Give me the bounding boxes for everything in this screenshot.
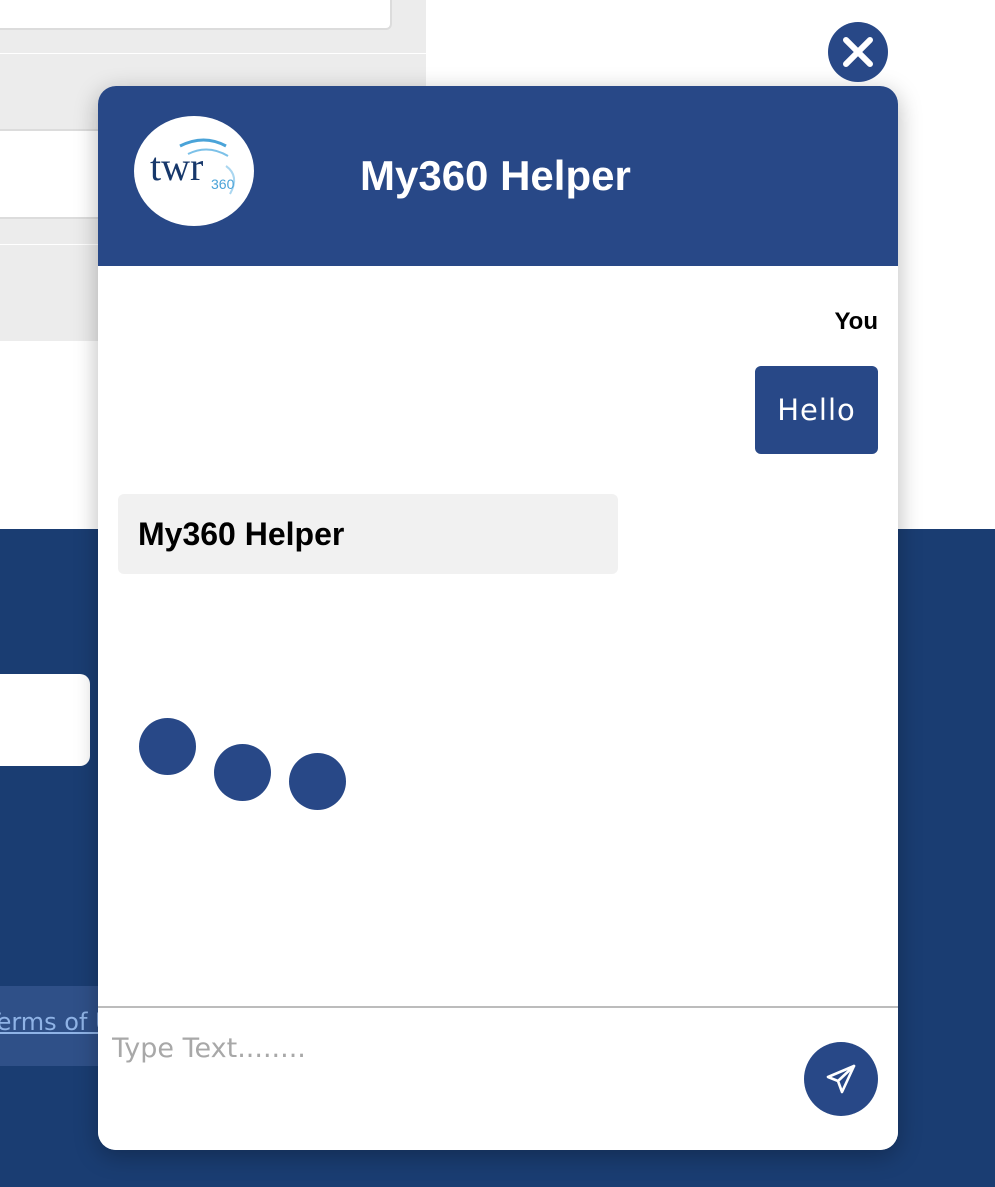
message-sender-label: You	[834, 308, 878, 335]
send-message-button[interactable]	[804, 1042, 878, 1116]
footer-card	[0, 674, 90, 766]
background-card	[0, 0, 392, 30]
typing-indicator-dot	[214, 744, 271, 801]
logo-wordmark: twr	[150, 144, 203, 189]
background-divider	[0, 53, 426, 54]
close-icon	[843, 37, 873, 67]
logo-number: 360	[211, 176, 235, 192]
close-chat-button[interactable]	[828, 22, 888, 82]
send-icon	[826, 1064, 856, 1094]
typing-indicator-dot	[139, 718, 196, 775]
chat-header: twr 360 My360 Helper	[98, 86, 898, 266]
twr360-logo-icon: twr 360	[150, 138, 236, 195]
chat-widget: twr 360 My360 Helper You Hello My360 Hel…	[98, 86, 898, 1150]
twr360-logo: twr 360	[134, 116, 254, 226]
user-message-bubble: Hello	[755, 366, 878, 454]
typing-indicator-dot	[289, 753, 346, 810]
page: Terms of Use twr 360 My360 Helper You He…	[0, 0, 995, 1187]
chat-message-input[interactable]	[112, 1022, 772, 1074]
bot-message-bubble: My360 Helper	[118, 494, 618, 574]
chat-title: My360 Helper	[360, 152, 631, 199]
user-message-text: Hello	[777, 393, 856, 427]
chat-input-area	[98, 1006, 898, 1150]
bot-message-sender: My360 Helper	[138, 516, 345, 552]
